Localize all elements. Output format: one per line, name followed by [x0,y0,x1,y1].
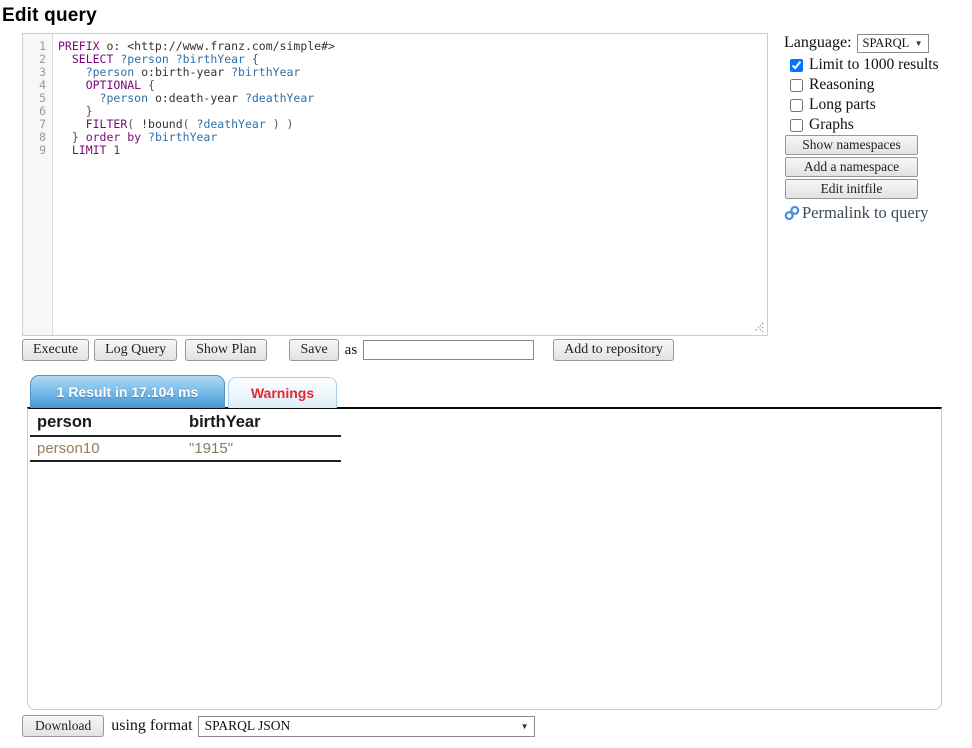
permalink-to-query-link[interactable]: Permalink to query [784,203,942,223]
save-button[interactable]: Save [289,339,338,361]
format-select[interactable]: SPARQL JSON ▼ [198,716,535,737]
sidebar-buttons: Show namespacesAdd a namespaceEdit initf… [784,135,942,199]
chevron-down-icon: ▼ [521,722,529,731]
line-number: 9 [23,144,46,157]
checkbox-row-long-parts: Long parts [784,97,942,113]
editor-code[interactable]: PREFIX o: <http://www.franz.com/simple#>… [53,34,767,335]
reasoning-checkbox[interactable] [790,79,803,92]
long-parts-label[interactable]: Long parts [809,96,876,114]
tab-results[interactable]: 1 Result in 17.104 ms [30,375,225,408]
checkbox-row-graphs: Graphs [784,117,942,133]
resize-handle-icon[interactable] [753,321,764,332]
show-namespaces-button[interactable]: Show namespaces [785,135,918,155]
save-as-label: as [345,342,358,359]
column-header-person: person [30,410,182,435]
limit-to-1000-results-checkbox[interactable] [790,59,803,72]
execute-button[interactable]: Execute [22,339,89,361]
link-icon [784,205,800,221]
checkbox-row-limit-to-1000-results: Limit to 1000 results [784,57,942,73]
show-plan-button[interactable]: Show Plan [185,339,267,361]
results-panel: personbirthYear person10"1915" [27,407,942,710]
sidebar-checkboxes: Limit to 1000 results Reasoning Long parts… [784,57,942,133]
result-literal-cell: "1915" [182,437,233,460]
chevron-down-icon: ▼ [915,39,923,48]
limit-to-1000-results-label[interactable]: Limit to 1000 results [809,56,939,74]
code-line: LIMIT 1 [58,144,767,157]
format-label: using format [111,717,192,735]
add-a-namespace-button[interactable]: Add a namespace [785,157,918,177]
edit-initfile-button[interactable]: Edit initfile [785,179,918,199]
add-to-repository-button[interactable]: Add to repository [553,339,674,361]
sidebar: Language: SPARQL ▼ Limit to 1000 results… [784,33,942,223]
table-header-row: personbirthYear [30,410,341,437]
long-parts-checkbox[interactable] [790,99,803,112]
graphs-label[interactable]: Graphs [809,116,854,134]
result-uri-cell[interactable]: person10 [30,437,182,460]
log-query-button[interactable]: Log Query [94,339,177,361]
download-button[interactable]: Download [22,715,104,737]
code-line: ?person o:birth-year ?birthYear [58,66,767,79]
editor-gutter: 123456789 [23,34,53,335]
tab-warnings[interactable]: Warnings [228,377,337,408]
results-table: personbirthYear person10"1915" [30,410,341,462]
column-header-birthyear: birthYear [182,410,261,435]
language-select[interactable]: SPARQL ▼ [857,34,929,53]
reasoning-label[interactable]: Reasoning [809,76,874,94]
checkbox-row-reasoning: Reasoning [784,77,942,93]
query-editor[interactable]: 123456789 PREFIX o: <http://www.franz.co… [22,33,768,336]
code-line: } order by ?birthYear [58,131,767,144]
action-row: Execute Log Query Show Plan Save as Add … [22,339,768,361]
graphs-checkbox[interactable] [790,119,803,132]
download-row: Download using format SPARQL JSON ▼ [22,715,535,737]
page-title: Edit query [2,5,97,27]
table-row: person10"1915" [30,437,341,462]
save-as-input[interactable] [363,340,534,360]
code-line: ?person o:death-year ?deathYear [58,92,767,105]
language-label: Language: [784,34,852,52]
